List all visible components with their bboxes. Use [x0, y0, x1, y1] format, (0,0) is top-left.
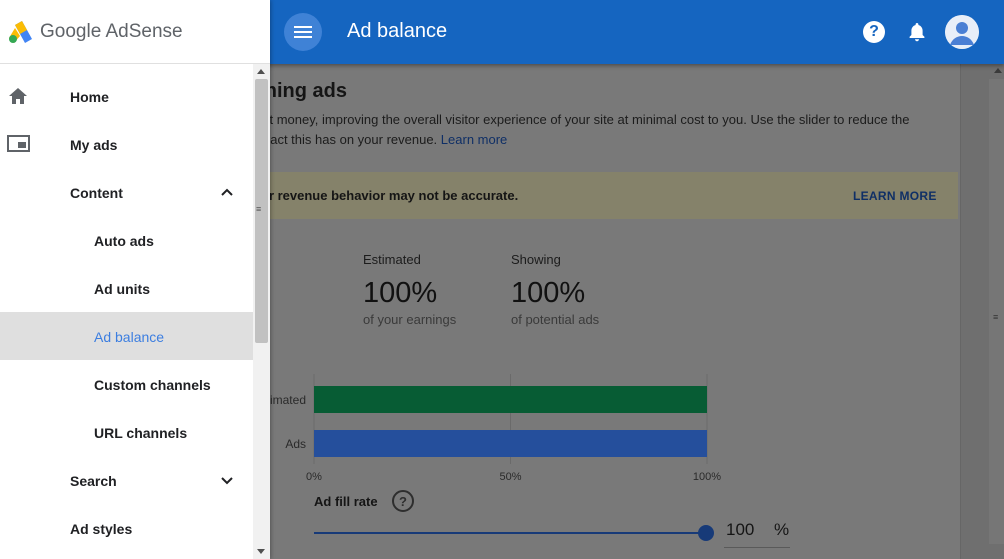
- sidebar-item-search[interactable]: Search: [0, 456, 253, 504]
- home-icon: [9, 88, 27, 104]
- sidebar-item-url-channels[interactable]: URL channels: [0, 408, 253, 456]
- sidebar-item-label: Search: [70, 473, 117, 489]
- scroll-grip-icon: ≡: [993, 312, 999, 322]
- fill-rate-input[interactable]: 100 %: [724, 516, 790, 548]
- avatar[interactable]: [945, 15, 979, 49]
- sidebar-item-home[interactable]: Home: [0, 72, 253, 120]
- showing-value: 100%: [511, 277, 586, 309]
- sidebar-item-label: Ad units: [94, 281, 150, 297]
- description-line-2: pact this has on your revenue. Learn mor…: [263, 130, 507, 150]
- scroll-grip-icon: ≡: [256, 204, 262, 214]
- account-icon: [945, 15, 979, 49]
- sidebar-item-content[interactable]: Content: [0, 168, 253, 216]
- scroll-up-icon[interactable]: [257, 69, 265, 74]
- estimated-value: 100%: [363, 277, 438, 309]
- sidebar-item-ad-units[interactable]: Ad units: [0, 264, 253, 312]
- adsense-logo-icon: [9, 21, 32, 43]
- fill-rate-help-icon[interactable]: ?: [392, 490, 414, 512]
- fill-rate-slider-thumb[interactable]: [698, 525, 714, 541]
- sidebar-item-my-ads[interactable]: My ads: [0, 120, 253, 168]
- navigation-drawer: Google AdSense Home My ads Content Auto …: [0, 0, 270, 559]
- fill-rate-slider-track[interactable]: [314, 532, 706, 534]
- sidebar-item-label: Content: [70, 185, 123, 201]
- sidebar-item-label: URL channels: [94, 425, 188, 441]
- ads-icon: [7, 135, 30, 152]
- bar-0: [314, 386, 707, 413]
- sidebar-item-label: Home: [70, 89, 109, 105]
- sidebar-item-custom-channels[interactable]: Custom channels: [0, 360, 253, 408]
- drawer-scrollbar[interactable]: ≡: [253, 64, 270, 559]
- banner-text: ur revenue behavior may not be accurate.: [261, 188, 519, 203]
- bar-1: [314, 430, 707, 457]
- scroll-down-icon[interactable]: [257, 549, 265, 554]
- showing-label: Showing: [511, 252, 561, 267]
- banner-learn-more-button[interactable]: LEARN MORE: [853, 189, 937, 203]
- learn-more-link[interactable]: Learn more: [441, 132, 507, 147]
- nav-list: Home My ads Content Auto ads Ad units Ad…: [0, 72, 253, 552]
- bell-icon[interactable]: [905, 20, 929, 44]
- page-scrollbar[interactable]: ≡: [960, 64, 1004, 559]
- sidebar-item-ad-styles[interactable]: Ad styles: [0, 504, 253, 552]
- estimated-label: Estimated: [363, 252, 421, 267]
- fill-rate-unit: %: [774, 520, 790, 539]
- brand-header: Google AdSense: [0, 0, 270, 64]
- sidebar-item-label: Custom channels: [94, 377, 211, 393]
- sidebar-item-label: My ads: [70, 137, 118, 153]
- x-tick-label-2: 100%: [692, 471, 722, 483]
- sidebar-item-ad-balance[interactable]: Ad balance: [0, 312, 253, 360]
- brand-name: Google AdSense: [40, 21, 183, 42]
- help-icon[interactable]: ?: [863, 21, 885, 43]
- chevron-up-icon: [221, 188, 233, 196]
- hamburger-icon: [294, 26, 312, 38]
- sidebar-item-label: Ad balance: [94, 329, 165, 345]
- description-line-1: st money, improving the overall visitor …: [263, 112, 910, 127]
- sidebar-item-label: Auto ads: [94, 233, 154, 249]
- page-title: Ad balance: [347, 20, 448, 42]
- x-tick-label-1: 50%: [499, 471, 522, 483]
- sidebar-item-auto-ads[interactable]: Auto ads: [0, 216, 253, 264]
- menu-button[interactable]: [284, 13, 322, 51]
- fill-rate-value: 100: [726, 520, 755, 539]
- chevron-down-icon: [221, 477, 233, 485]
- scroll-up-icon[interactable]: [994, 68, 1002, 73]
- x-tick-label-0: 0%: [306, 471, 322, 483]
- description-text: pact this has on your revenue.: [263, 132, 438, 147]
- fill-rate-label: Ad fill rate: [314, 494, 378, 509]
- sidebar-item-label: Ad styles: [70, 521, 133, 537]
